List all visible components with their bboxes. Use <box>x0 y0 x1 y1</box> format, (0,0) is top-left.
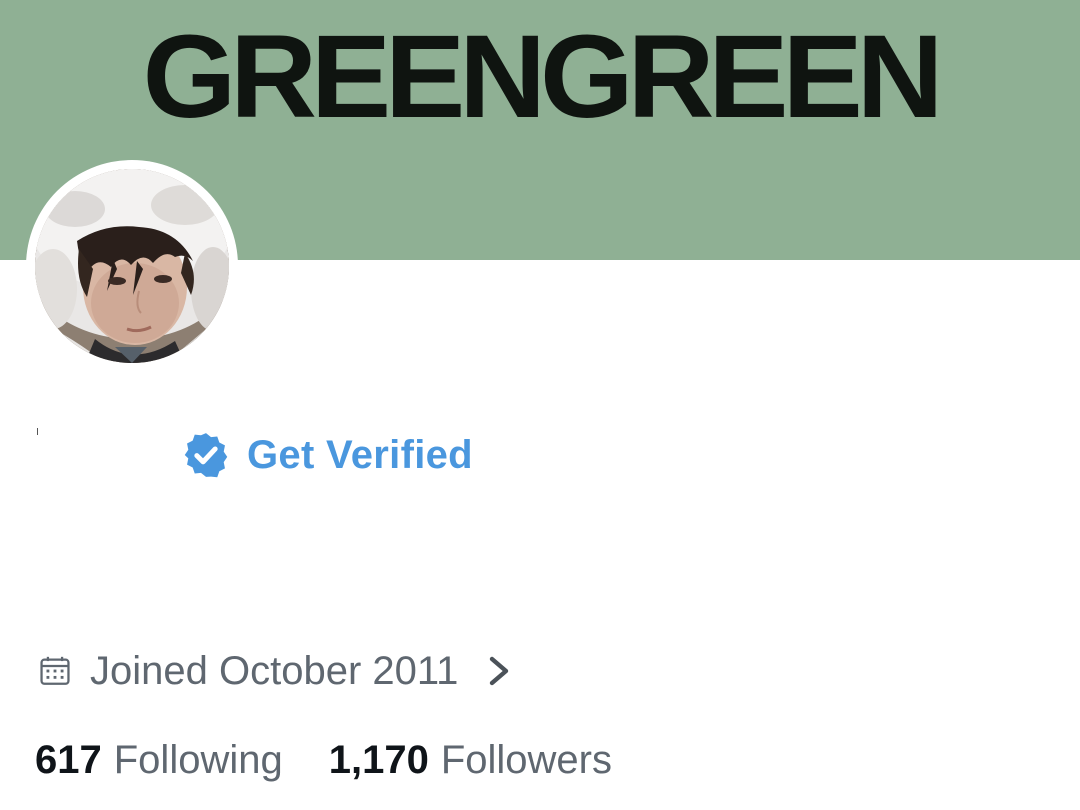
stray-mark <box>37 428 38 435</box>
calendar-icon <box>40 656 70 685</box>
following-link[interactable]: 617 Following <box>35 738 283 783</box>
chevron-right-icon[interactable] <box>488 655 510 687</box>
avatar-image <box>35 169 229 363</box>
joined-date[interactable]: Joined October 2011 <box>38 645 510 697</box>
following-label: Following <box>113 737 283 782</box>
joined-text: Joined October 2011 <box>90 648 459 693</box>
get-verified-label: Get Verified <box>247 432 473 477</box>
followers-count: 1,170 <box>328 737 429 782</box>
followers-label: Followers <box>440 737 612 782</box>
followers-link[interactable]: 1,170 Followers <box>329 738 612 783</box>
follow-stats: 617 Following 1,170 Followers <box>35 733 612 787</box>
avatar[interactable] <box>26 160 238 372</box>
following-count: 617 <box>35 737 102 782</box>
banner-title: GREENGREEN <box>142 11 944 143</box>
verified-badge-icon <box>184 433 228 478</box>
get-verified-button[interactable]: Get Verified <box>181 428 473 482</box>
